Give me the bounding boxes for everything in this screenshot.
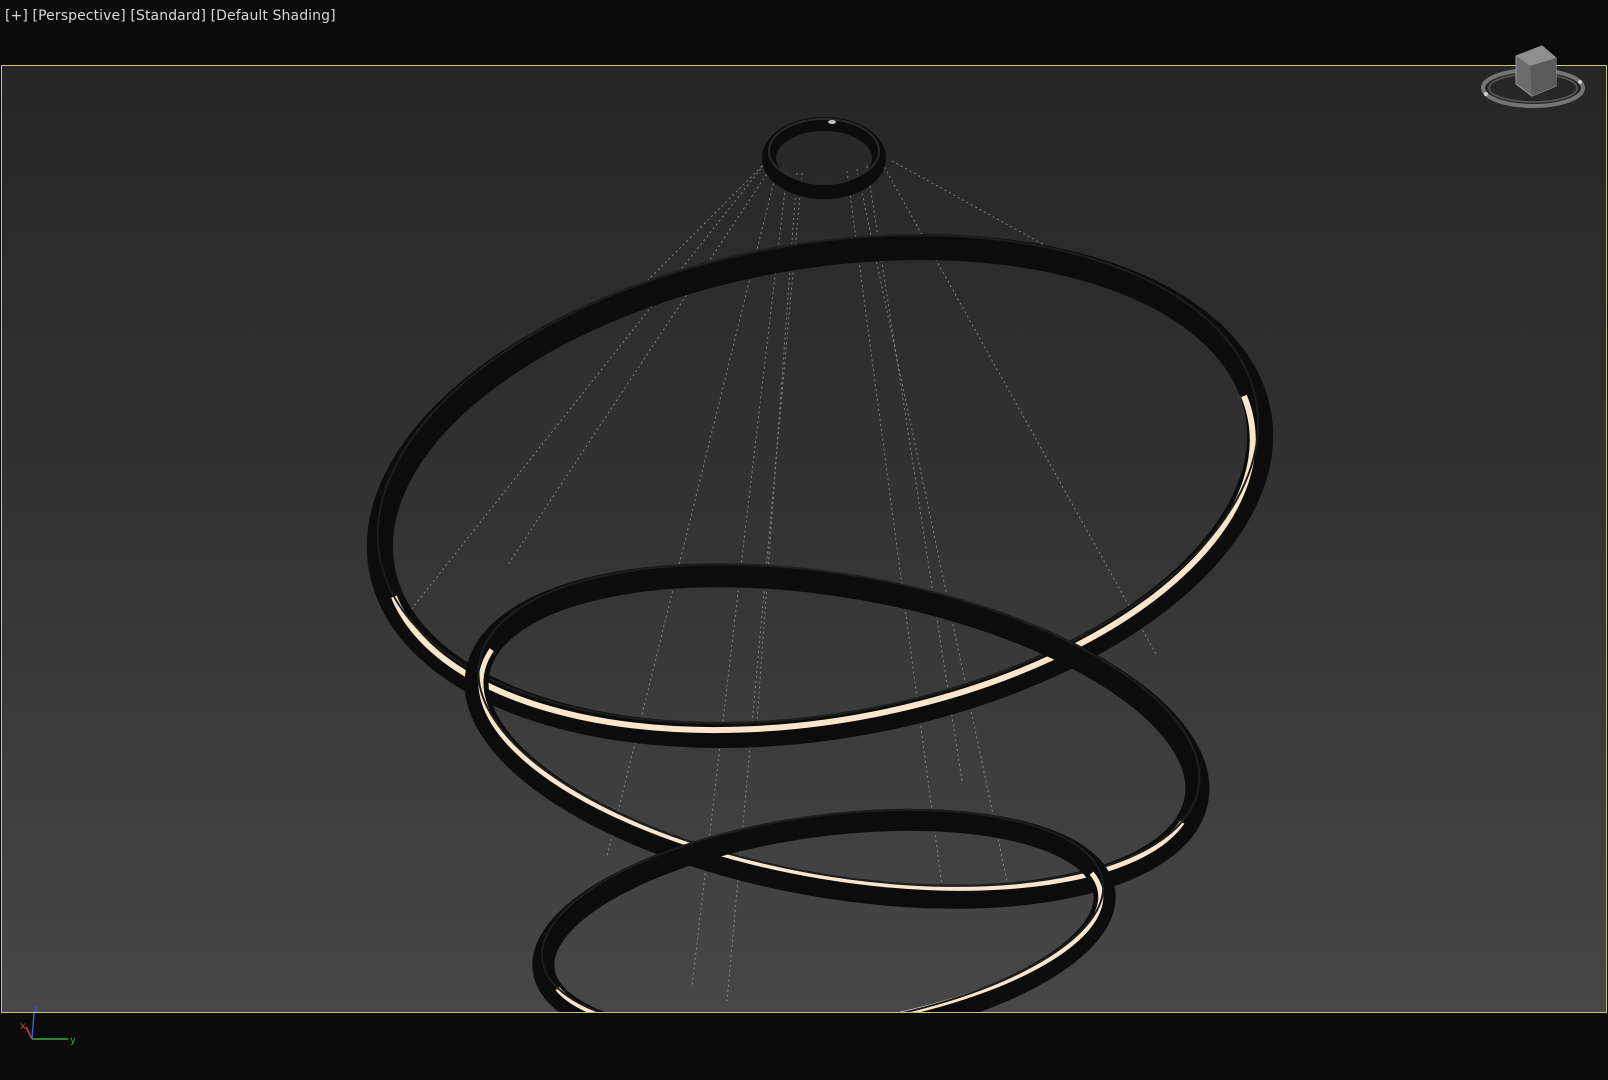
cable xyxy=(856,168,1008,882)
viewport-label-bar: [+] [Perspective] [Standard] [Default Sh… xyxy=(5,8,336,24)
ceiling-canopy[interactable] xyxy=(762,117,886,199)
scene-canvas[interactable] xyxy=(2,66,1607,1013)
perspective-viewport[interactable] xyxy=(1,65,1607,1013)
viewport-view-menu[interactable]: [Perspective] xyxy=(33,8,126,24)
axis-tripod-icon: y z x xyxy=(20,1005,76,1046)
viewcube-icon[interactable] xyxy=(1478,38,1588,118)
viewport-shading-menu[interactable]: [Default Shading] xyxy=(211,8,336,24)
viewport-plus-menu[interactable]: [+] xyxy=(5,8,28,24)
axis-y-label: y xyxy=(70,1035,76,1046)
cable xyxy=(846,170,943,887)
axis-z-label: z xyxy=(33,1005,38,1015)
viewport-mode-menu[interactable]: [Standard] xyxy=(130,8,206,24)
viewport-bottom-bar xyxy=(0,1014,1608,1080)
cable xyxy=(506,165,773,567)
axis-x-label: x xyxy=(20,1021,26,1032)
